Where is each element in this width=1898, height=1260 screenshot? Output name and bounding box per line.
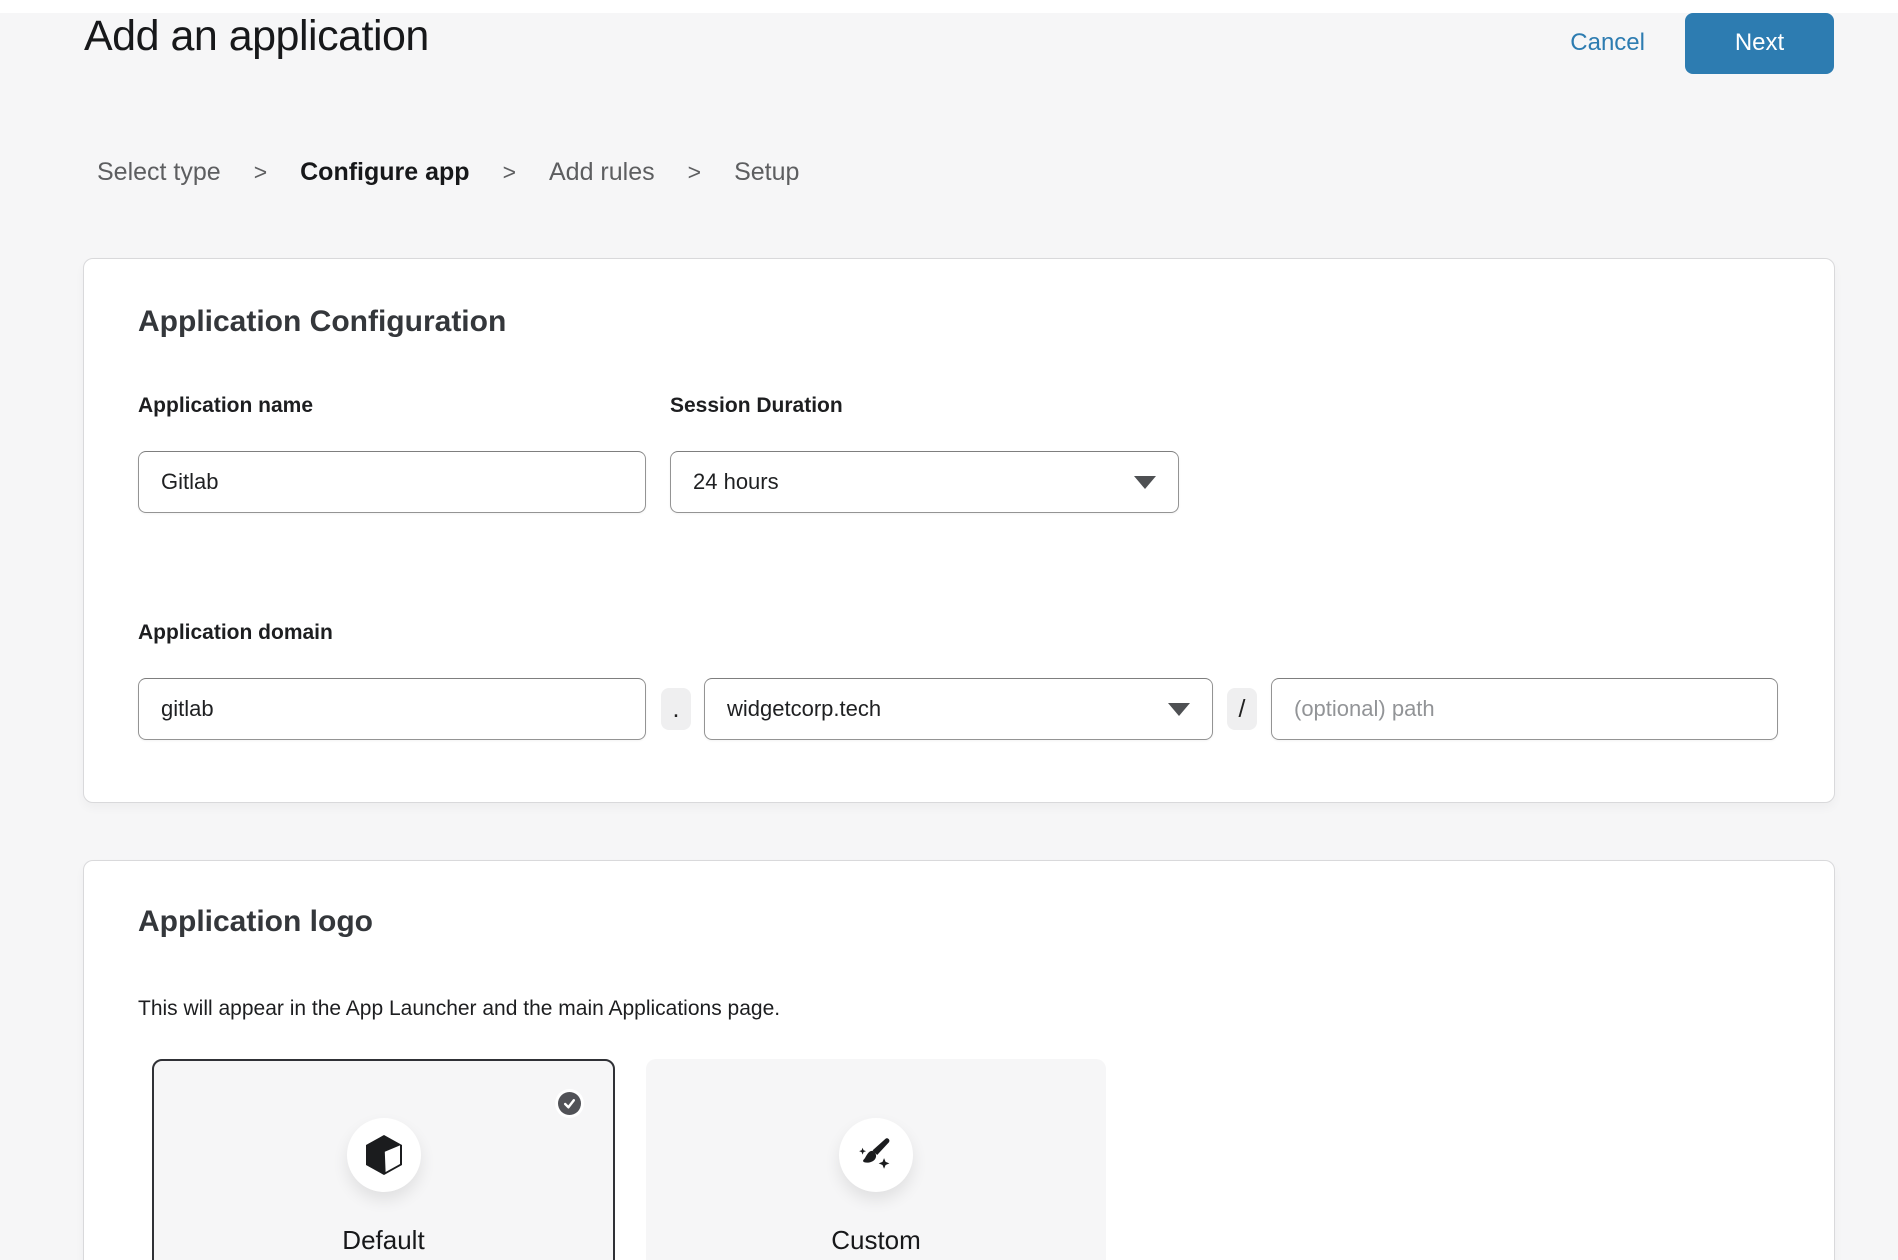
session-duration-label: Session Duration <box>670 394 843 418</box>
cube-icon <box>360 1131 408 1179</box>
next-button[interactable]: Next <box>1685 13 1834 74</box>
dot-separator: . <box>661 688 691 730</box>
application-logo-card: Application logo This will appear in the… <box>83 860 1835 1260</box>
logo-option-default[interactable]: Default <box>152 1059 615 1260</box>
domain-select[interactable]: widgetcorp.tech <box>704 678 1213 740</box>
breadcrumb-configure-app[interactable]: Configure app <box>300 158 469 187</box>
breadcrumb-setup[interactable]: Setup <box>734 158 799 187</box>
application-name-input[interactable] <box>138 451 646 513</box>
header-actions: Cancel Next <box>1570 12 1834 74</box>
slash-separator: / <box>1227 688 1257 730</box>
selected-check-icon <box>558 1092 581 1115</box>
application-configuration-card: Application Configuration Application na… <box>83 258 1835 803</box>
application-logo-description: This will appear in the App Launcher and… <box>138 997 780 1021</box>
breadcrumb-select-type[interactable]: Select type <box>97 158 221 187</box>
breadcrumb-add-rules[interactable]: Add rules <box>549 158 655 187</box>
breadcrumb-separator: > <box>503 159 516 186</box>
custom-icon-circle <box>839 1118 913 1192</box>
domain-value: widgetcorp.tech <box>727 696 881 722</box>
subdomain-input[interactable] <box>138 678 646 740</box>
session-duration-select[interactable]: 24 hours <box>670 451 1179 513</box>
application-domain-label: Application domain <box>138 621 333 645</box>
paintbrush-icon <box>853 1132 899 1178</box>
breadcrumb: Select type > Configure app > Add rules … <box>97 158 799 187</box>
application-logo-heading: Application logo <box>138 905 373 939</box>
breadcrumb-separator: > <box>254 159 267 186</box>
cancel-button[interactable]: Cancel <box>1570 29 1645 57</box>
chevron-down-icon <box>1168 703 1190 716</box>
logo-option-custom[interactable]: Custom <box>646 1059 1106 1260</box>
page-title: Add an application <box>84 12 429 61</box>
session-duration-value: 24 hours <box>693 469 779 495</box>
path-input[interactable] <box>1271 678 1778 740</box>
application-configuration-heading: Application Configuration <box>138 305 506 339</box>
logo-option-label: Default <box>154 1225 613 1256</box>
logo-option-label: Custom <box>648 1225 1104 1256</box>
chevron-down-icon <box>1134 476 1156 489</box>
default-icon-circle <box>347 1118 421 1192</box>
application-name-label: Application name <box>138 394 313 418</box>
breadcrumb-separator: > <box>688 159 701 186</box>
